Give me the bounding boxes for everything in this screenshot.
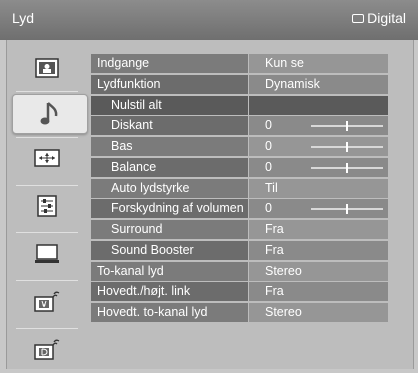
digital-channel-icon: [34, 339, 60, 360]
sidebar-item-screen[interactable]: [10, 138, 84, 178]
menu-row-label: To-kanal lyd: [97, 263, 164, 278]
menu-row-value: Fra: [265, 284, 284, 299]
menu-row-label: Diskant: [111, 118, 153, 133]
menu-row-value: Stereo: [265, 263, 302, 278]
menu-row[interactable]: Nulstil alt: [91, 95, 388, 115]
menu-row-value: Dynamisk: [265, 76, 320, 91]
pc-icon: [35, 244, 59, 263]
menu-row-label: Forskydning af volumen: [111, 201, 244, 216]
top-bar: Lyd Digital: [0, 0, 418, 40]
setup-icon: [37, 195, 57, 217]
input-indicator: Digital: [352, 10, 406, 26]
row-value-cell: [249, 95, 388, 115]
menu-row-value: 0: [265, 139, 272, 153]
menu-row-label: Nulstil alt: [111, 97, 162, 112]
level-slider[interactable]: [311, 162, 383, 173]
slider-knob[interactable]: [346, 142, 348, 152]
menu-row[interactable]: Balance 0: [91, 157, 388, 177]
menu-row-label: Bas: [111, 139, 133, 153]
sidebar-item-setup[interactable]: [10, 186, 84, 226]
menu-row-value: 0: [265, 159, 272, 174]
level-slider[interactable]: [311, 204, 383, 215]
menu-row-value: Kun se: [265, 56, 304, 70]
input-label: Digital: [367, 10, 406, 26]
menu-row[interactable]: Sound Booster Fra: [91, 240, 388, 260]
menu-row-value: Fra: [265, 242, 284, 257]
menu-row-label: Hovedt. to-kanal lyd: [97, 305, 208, 319]
menu-row-value: Fra: [265, 222, 284, 236]
menu-row[interactable]: Hovedt. to-kanal lyd Stereo: [91, 303, 388, 322]
menu-row-label: Sound Booster: [111, 242, 194, 257]
menu-row-value: Til: [265, 180, 278, 195]
menu-row[interactable]: Forskydning af volumen 0: [91, 199, 388, 219]
input-source-icon: [352, 13, 365, 23]
menu-row[interactable]: Indgange Kun se: [91, 54, 388, 73]
music-note-icon: [40, 102, 58, 125]
screen-icon: [34, 149, 60, 167]
level-slider[interactable]: [311, 142, 383, 152]
picture-icon: [35, 58, 59, 78]
slider-knob[interactable]: [346, 162, 348, 173]
menu-row-label: Surround: [111, 222, 163, 236]
sidebar-item-analog[interactable]: [10, 282, 84, 322]
menu-row[interactable]: To-kanal lyd Stereo: [91, 261, 388, 281]
menu-row-value: 0: [265, 118, 272, 133]
sidebar-item-picture[interactable]: [10, 48, 84, 88]
sidebar-item-pc[interactable]: [10, 234, 84, 274]
menu-row[interactable]: Hovedt./højt. link Fra: [91, 282, 388, 302]
menu-title: Lyd: [12, 10, 35, 26]
menu-row[interactable]: Auto lydstyrke Til: [91, 178, 388, 198]
slider-knob[interactable]: [346, 121, 348, 132]
menu-row-label: Balance: [111, 159, 157, 174]
menu-row-label: Lydfunktion: [97, 76, 161, 91]
menu-row-label: Hovedt./højt. link: [97, 284, 191, 299]
menu-row[interactable]: Lydfunktion Dynamisk: [91, 74, 388, 94]
menu-row-value: Stereo: [265, 305, 302, 319]
sidebar: [6, 46, 88, 370]
sidebar-item-digital[interactable]: [10, 330, 84, 370]
menu-row-value: 0: [265, 201, 272, 216]
level-slider[interactable]: [311, 121, 383, 132]
menu-row-label: Auto lydstyrke: [111, 180, 190, 195]
menu-row[interactable]: Bas 0: [91, 137, 388, 156]
menu-row[interactable]: Diskant 0: [91, 116, 388, 136]
slider-knob[interactable]: [346, 204, 348, 215]
menu-row-label: Indgange: [97, 56, 150, 70]
sidebar-item-sound[interactable]: [12, 94, 88, 134]
analog-channel-icon: [34, 291, 60, 312]
menu-row[interactable]: Surround Fra: [91, 220, 388, 239]
